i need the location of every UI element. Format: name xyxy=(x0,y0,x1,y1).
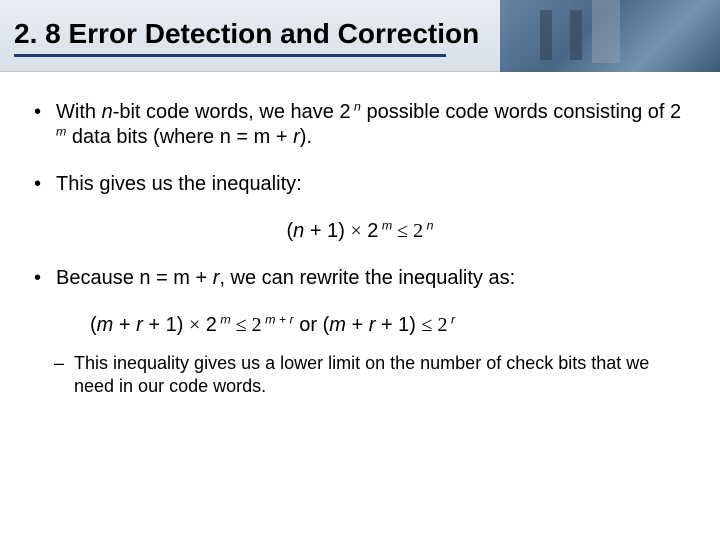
text: + 1) xyxy=(375,314,421,336)
text: + 1) xyxy=(143,314,189,336)
formula-1: (n + 1) × 2 m ≤ 2 n xyxy=(30,219,690,244)
text: This gives us the inequality: xyxy=(56,173,302,195)
bullet-2: This gives us the inequality: xyxy=(30,172,690,197)
text: + xyxy=(346,314,369,336)
text: ). xyxy=(300,126,312,148)
text: possible code words consisting of 2 xyxy=(361,101,681,123)
text: + xyxy=(113,314,136,336)
text: , we can rewrite the inequality as: xyxy=(219,267,515,289)
var-r: r xyxy=(136,314,143,336)
sub-bullet-list: This inequality gives us a lower limit o… xyxy=(30,352,690,397)
bullet-list: With n-bit code words, we have 2 n possi… xyxy=(30,100,690,197)
text: 2 xyxy=(200,314,217,336)
le-symbol: ≤ 2 xyxy=(392,220,423,242)
le-symbol: ≤ 2 xyxy=(231,314,262,336)
or-text: or ( xyxy=(294,314,330,336)
exp-r: r xyxy=(448,312,456,326)
text: + 1) xyxy=(304,220,350,242)
formula-2: (m + r + 1) × 2 m ≤ 2 m + r or (m + r + … xyxy=(30,313,690,338)
exp-m: m xyxy=(56,124,66,138)
text: data bits (where n = m + xyxy=(66,126,293,148)
exp-n: n xyxy=(351,99,361,113)
header-decoration xyxy=(500,0,720,72)
times-symbol: × xyxy=(350,220,361,242)
var-m: m xyxy=(97,314,114,336)
var-n: n xyxy=(102,101,113,123)
exp-m: m xyxy=(217,312,231,326)
text: 2 xyxy=(362,220,379,242)
bullet-1: With n-bit code words, we have 2 n possi… xyxy=(30,100,690,150)
slide-content: With n-bit code words, we have 2 n possi… xyxy=(0,72,720,397)
exp-n: n xyxy=(423,218,433,232)
text: -bit code words, we have 2 xyxy=(113,101,351,123)
text: With xyxy=(56,101,102,123)
times-symbol: × xyxy=(189,314,200,336)
bullet-list-2: Because n = m + r, we can rewrite the in… xyxy=(30,266,690,291)
exp-m: m xyxy=(378,218,392,232)
slide-title: 2. 8 Error Detection and Correction xyxy=(14,18,479,50)
text: ( xyxy=(90,314,97,336)
title-underline xyxy=(14,54,446,57)
slide-header: 2. 8 Error Detection and Correction xyxy=(0,0,720,72)
sub-bullet-1: This inequality gives us a lower limit o… xyxy=(30,352,690,397)
text: Because n = m + xyxy=(56,267,213,289)
var-n: n xyxy=(293,220,304,242)
le-symbol: ≤ 2 xyxy=(422,314,448,336)
bullet-3: Because n = m + r, we can rewrite the in… xyxy=(30,266,690,291)
var-r: r xyxy=(293,126,300,148)
exp-mr: m + r xyxy=(262,312,294,326)
var-m: m xyxy=(329,314,346,336)
